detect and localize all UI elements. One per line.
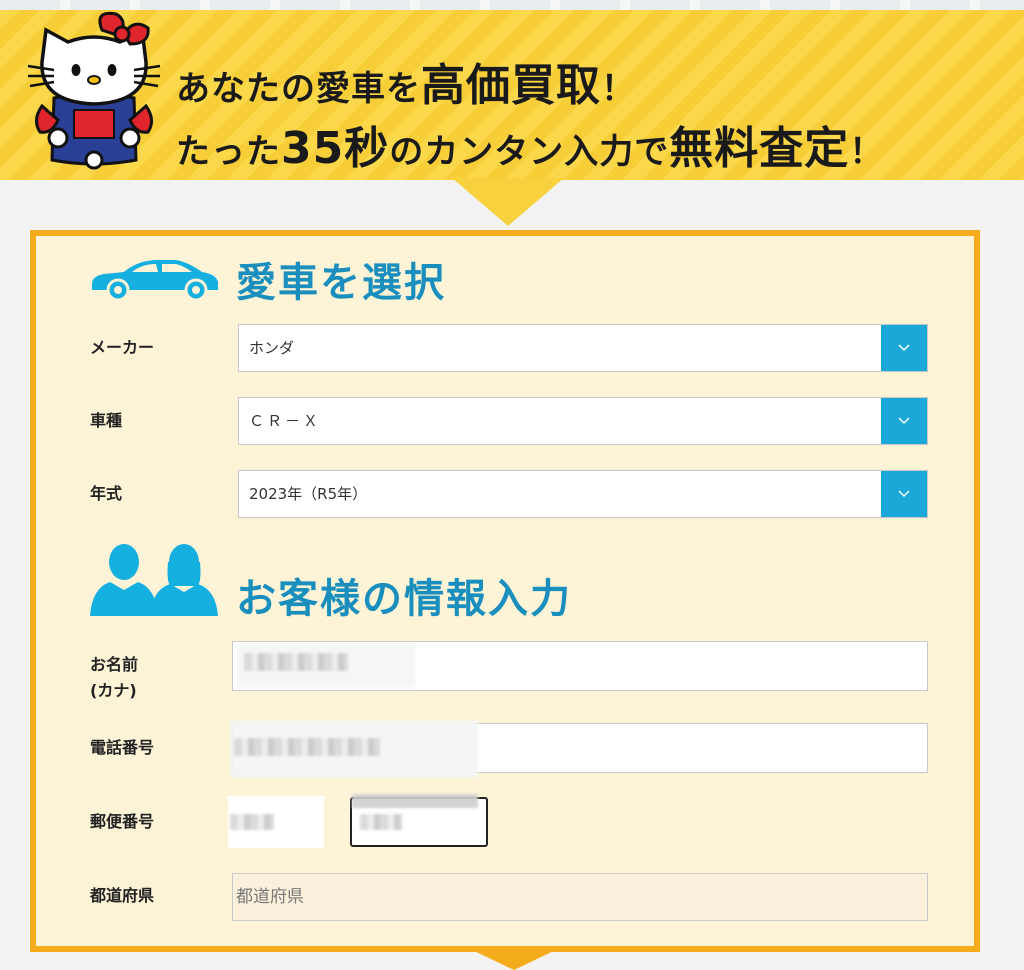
headline-line-1: あなたの愛車を高価買取！	[176, 56, 1016, 119]
phone-label: 電話番号	[90, 738, 155, 757]
headline-text: あなたの愛車を	[176, 69, 421, 109]
chevron-down-icon[interactable]	[881, 325, 927, 371]
people-icon	[90, 544, 218, 616]
model-label: 車種	[90, 411, 123, 430]
customer-section-title: お客様の情報入力	[236, 576, 572, 622]
headline-text: ！	[601, 69, 636, 109]
year-label: 年式	[90, 484, 123, 503]
headline-emphasis: 高価買取	[421, 60, 601, 111]
zip-label: 郵便番号	[90, 812, 155, 831]
headline-text: ！	[849, 132, 885, 172]
year-select[interactable]: 2023年（R5年）	[238, 470, 928, 518]
top-strip	[0, 0, 1024, 10]
banner-pointer	[452, 178, 564, 226]
banner: あなたの愛車を高価買取！ たった35秒のカンタン入力で無料査定！	[0, 10, 1024, 180]
maker-value: ホンダ	[249, 339, 295, 357]
name-label: お名前 (カナ)	[90, 652, 138, 704]
banner-headline: あなたの愛車を高価買取！ たった35秒のカンタン入力で無料査定！	[176, 56, 1016, 182]
prefecture-placeholder: 都道府県	[236, 887, 304, 907]
redacted-text	[234, 738, 380, 756]
maker-select[interactable]: ホンダ	[238, 324, 928, 372]
prefecture-field[interactable]: 都道府県	[232, 873, 928, 921]
maker-label: メーカー	[90, 338, 155, 357]
headline-emphasis: 無料査定	[669, 123, 850, 174]
prefecture-label: 都道府県	[90, 886, 155, 905]
kitty-mascot-illustration	[27, 11, 161, 170]
headline-emphasis: 35秒	[281, 123, 390, 174]
redacted-text	[244, 653, 348, 671]
redacted-text	[230, 814, 274, 830]
model-select[interactable]: ＣＲ－Ｘ	[238, 397, 928, 445]
model-value: ＣＲ－Ｘ	[249, 412, 322, 430]
headline-text: のカンタン入力で	[389, 132, 670, 172]
car-section-title: 愛車を選択	[236, 260, 446, 306]
name-label-kana: (カナ)	[90, 681, 137, 700]
headline-line-2: たった35秒のカンタン入力で無料査定！	[176, 119, 1016, 182]
chevron-down-icon[interactable]	[881, 471, 927, 517]
redacted-region	[352, 794, 478, 808]
chevron-down-icon[interactable]	[881, 398, 927, 444]
name-label-main: お名前	[90, 655, 139, 674]
redacted-text	[360, 814, 402, 830]
headline-text: たった	[176, 132, 281, 172]
car-icon	[92, 260, 218, 300]
year-value: 2023年（R5年）	[249, 485, 368, 503]
